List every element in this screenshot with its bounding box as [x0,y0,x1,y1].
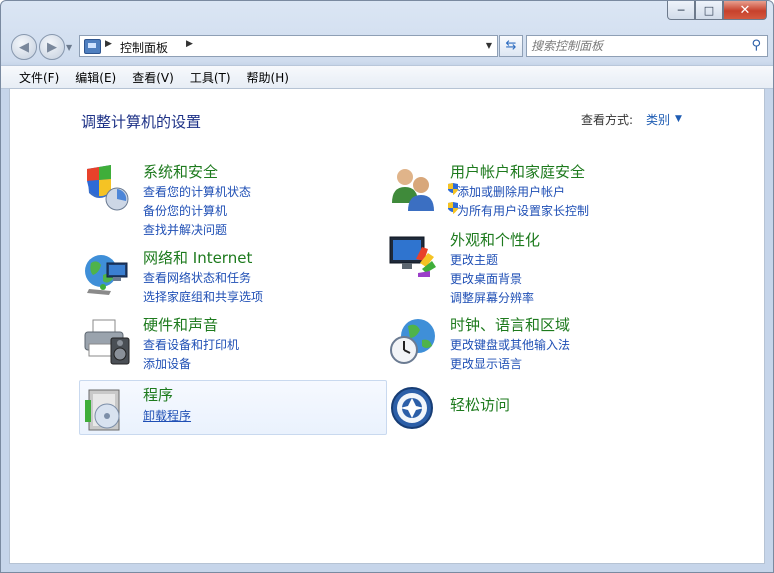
category-ease-of-access: 轻松访问 [388,384,708,434]
menu-file[interactable]: 文件(F) [11,66,67,88]
monitor-palette-icon [389,236,436,277]
address-dropdown-icon[interactable]: ▼ [486,41,492,50]
clock-globe-icon [390,319,435,364]
link-parental-controls[interactable]: 为所有用户设置家长控制 [457,202,589,219]
control-panel-icon [84,39,101,54]
back-button[interactable]: ◀ [11,34,37,60]
link-change-display-language[interactable]: 更改显示语言 [450,355,522,372]
search-input[interactable] [531,38,736,54]
menu-tools[interactable]: 工具(T) [182,66,239,88]
category-title-appearance[interactable]: 外观和个性化 [450,229,540,250]
recent-pages-dropdown[interactable]: ▼ [66,43,72,52]
category-appearance: 外观和个性化 更改主题 更改桌面背景 调整屏幕分辨率 [388,229,708,305]
link-screen-resolution[interactable]: 调整屏幕分辨率 [450,289,534,306]
link-uninstall-program[interactable]: 卸载程序 [143,407,191,424]
chevron-down-icon[interactable]: ▼ [675,114,682,124]
link-change-input-method[interactable]: 更改键盘或其他输入法 [450,336,570,353]
category-hardware-sound: 硬件和声音 查看设备和打印机 添加设备 [81,314,381,374]
category-programs: 程序 卸载程序 [81,384,381,434]
maximize-button[interactable]: □ [695,1,723,20]
page-title: 调整计算机的设置 [81,113,202,131]
printer-icon [84,319,130,365]
content-pane: 调整计算机的设置 查看方式: 类别 ▼ 系统和安全 查看您的计算机状态 备份您的… [9,88,765,564]
link-homegroup-sharing[interactable]: 选择家庭组和共享选项 [143,288,263,305]
link-change-theme[interactable]: 更改主题 [450,251,498,268]
close-button[interactable]: ✕ [723,1,767,20]
globe-network-icon [85,255,128,295]
search-icon[interactable]: ⚲ [751,38,761,53]
forward-arrow-icon: ▶ [47,39,57,55]
link-troubleshoot[interactable]: 查找并解决问题 [143,221,227,238]
address-bar[interactable]: ▶ 控制面板 ▶ ▼ [79,35,498,57]
category-title-hardware-sound[interactable]: 硬件和声音 [143,314,218,335]
programs-icon [85,389,120,431]
menu-edit[interactable]: 编辑(E) [67,66,124,88]
view-by-dropdown[interactable]: 类别 [646,111,670,128]
category-title-clock-language[interactable]: 时钟、语言和区域 [450,314,570,335]
caption-buttons: ─ □ ✕ [667,1,767,20]
ease-of-access-icon [391,387,433,429]
category-title-system-security[interactable]: 系统和安全 [143,161,218,182]
breadcrumb-control-panel[interactable]: 控制面板 [120,39,168,56]
link-add-remove-users[interactable]: 添加或删除用户帐户 [457,183,565,200]
menu-view[interactable]: 查看(V) [124,66,182,88]
menu-help[interactable]: 帮助(H) [239,66,297,88]
refresh-icon: ⇆ [505,38,517,53]
shield-icon [87,165,129,211]
category-user-accounts: 用户帐户和家庭安全 添加或删除用户帐户 为所有用户设置家长控制 [388,161,708,221]
navigation-bar: ◀ ▶ ▼ ▶ 控制面板 ▶ ▼ ⇆ ⚲ [9,33,768,61]
category-network-internet: 网络和 Internet 查看网络状态和任务 选择家庭组和共享选项 [81,247,381,307]
category-clock-language-region: 时钟、语言和区域 更改键盘或其他输入法 更改显示语言 [388,314,708,374]
link-add-device[interactable]: 添加设备 [143,355,191,372]
breadcrumb-arrow-icon[interactable]: ▶ [105,39,112,49]
link-network-status[interactable]: 查看网络状态和任务 [143,269,251,286]
link-backup-computer[interactable]: 备份您的计算机 [143,202,227,219]
control-panel-window: ─ □ ✕ ◀ ▶ ▼ ▶ 控制面板 ▶ ▼ ⇆ ⚲ 文件(F) 编辑(E) 查… [0,0,774,573]
category-title-network-internet[interactable]: 网络和 Internet [143,247,252,268]
refresh-button[interactable]: ⇆ [499,35,523,57]
menu-bar: 文件(F) 编辑(E) 查看(V) 工具(T) 帮助(H) [1,65,773,89]
category-title-user-accounts[interactable]: 用户帐户和家庭安全 [450,161,585,182]
link-change-background[interactable]: 更改桌面背景 [450,270,522,287]
minimize-button[interactable]: ─ [667,1,695,20]
link-devices-printers[interactable]: 查看设备和打印机 [143,336,239,353]
search-box[interactable]: ⚲ [526,35,768,57]
forward-button[interactable]: ▶ [39,34,65,60]
category-title-ease-of-access[interactable]: 轻松访问 [450,394,510,415]
link-view-computer-status[interactable]: 查看您的计算机状态 [143,183,251,200]
users-icon [392,169,434,211]
back-arrow-icon: ◀ [19,39,29,55]
breadcrumb-arrow-icon[interactable]: ▶ [186,39,193,49]
category-system-security: 系统和安全 查看您的计算机状态 备份您的计算机 查找并解决问题 [81,161,381,237]
category-title-programs[interactable]: 程序 [143,384,173,405]
view-by-label: 查看方式: [581,113,634,127]
